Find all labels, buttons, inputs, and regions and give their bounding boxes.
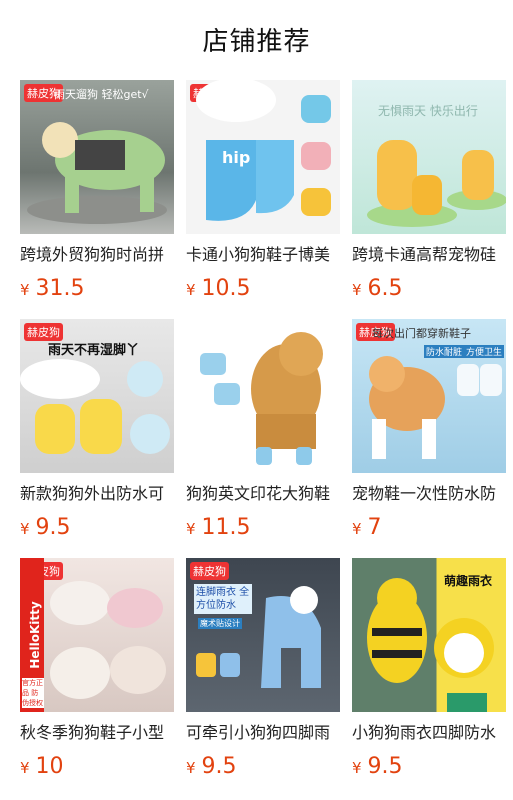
product-image[interactable] — [186, 319, 340, 473]
product-price: ¥11.5 — [186, 513, 340, 543]
image-caption: hip — [222, 148, 251, 167]
price-value: 10.5 — [201, 276, 251, 301]
price-value: 9.5 — [201, 754, 237, 779]
product-card[interactable]: 萌趣雨衣 小狗狗雨衣四脚防水 ¥9.5 — [352, 558, 506, 797]
product-price: ¥10.5 — [186, 274, 340, 304]
product-card[interactable]: 赫皮狗 连脚雨衣 全方位防水 魔术贴设计 可牵引小狗狗四脚雨 ¥9.5 — [186, 558, 340, 797]
product-grid: 赫皮狗 雨天遛狗 轻松get√ 跨境外贸狗狗时尚拼 ¥31.5 赫皮狗 — [0, 80, 513, 797]
product-image[interactable]: 赫皮狗 每次出门都穿新鞋子 防水耐脏 方便卫生 — [352, 319, 506, 473]
price-value: 9.5 — [367, 754, 403, 779]
price-value: 7 — [367, 515, 382, 540]
product-price: ¥10 — [20, 752, 174, 782]
product-name[interactable]: 狗狗英文印花大狗鞋 — [186, 483, 340, 505]
product-card[interactable]: 赫皮狗 hip 卡通小狗狗鞋子博美 ¥10.5 — [186, 80, 340, 319]
product-image[interactable]: 赫皮狗 雨天不再湿脚丫 — [20, 319, 174, 473]
currency-symbol: ¥ — [20, 759, 30, 777]
product-name[interactable]: 可牵引小狗狗四脚雨 — [186, 722, 340, 744]
currency-symbol: ¥ — [186, 759, 196, 777]
blue-dog-boots-illustration — [196, 80, 331, 221]
product-card[interactable]: 赫皮狗 雨天遛狗 轻松get√ 跨境外贸狗狗时尚拼 ¥31.5 — [20, 80, 174, 319]
product-price: ¥31.5 — [20, 274, 174, 304]
product-price: ¥9.5 — [20, 513, 174, 543]
product-card[interactable]: 狗狗英文印花大狗鞋 ¥11.5 — [186, 319, 340, 558]
product-image[interactable]: 赫皮狗 连脚雨衣 全方位防水 魔术贴设计 — [186, 558, 340, 712]
product-name[interactable]: 跨境卡通高帮宠物硅 — [352, 244, 506, 266]
product-name[interactable]: 宠物鞋一次性防水防 — [352, 483, 506, 505]
product-image[interactable]: 赫皮狗 hip — [186, 80, 340, 234]
blue-raincoat-dog-illustration — [196, 586, 321, 688]
product-name[interactable]: 秋冬季狗狗鞋子小型 — [20, 722, 174, 744]
yellow-boots-illustration — [367, 140, 506, 227]
dog-raincoat-illustration — [27, 122, 167, 224]
product-name[interactable]: 新款狗狗外出防水可 — [20, 483, 174, 505]
price-value: 31.5 — [35, 276, 85, 301]
product-price: ¥9.5 — [186, 752, 340, 782]
product-image[interactable]: 无惧雨天 快乐出行 — [352, 80, 506, 234]
product-image[interactable]: 赫皮狗 雨天遛狗 轻松get√ — [20, 80, 174, 234]
currency-symbol: ¥ — [20, 520, 30, 538]
price-value: 11.5 — [201, 515, 251, 540]
product-price: ¥6.5 — [352, 274, 506, 304]
product-card[interactable]: 赫皮狗 雨天不再湿脚丫 新款狗狗外出防水可 ¥9.5 — [20, 319, 174, 558]
product-price: ¥7 — [352, 513, 506, 543]
currency-symbol: ¥ — [20, 281, 30, 299]
golden-retriever-boots-illustration — [200, 332, 323, 465]
product-price: ¥9.5 — [352, 752, 506, 782]
currency-symbol: ¥ — [186, 281, 196, 299]
product-image[interactable]: 赫皮狗 HelloKitty 官方正品 防伪授权 — [20, 558, 174, 712]
currency-symbol: ¥ — [352, 520, 362, 538]
price-value: 6.5 — [367, 276, 403, 301]
product-name[interactable]: 小狗狗雨衣四脚防水 — [352, 722, 506, 744]
product-card[interactable]: 赫皮狗 HelloKitty 官方正品 防伪授权 秋冬季狗狗鞋子小型 ¥10 — [20, 558, 174, 797]
kitty-shoes-illustration — [50, 581, 166, 699]
currency-symbol: ¥ — [352, 281, 362, 299]
price-value: 10 — [35, 754, 64, 779]
shiba-dog-illustration — [369, 356, 502, 459]
bee-raincoat-dog-illustration — [367, 578, 494, 712]
product-card[interactable]: 赫皮狗 每次出门都穿新鞋子 防水耐脏 方便卫生 宠物鞋一次性防水防 ¥7 — [352, 319, 506, 558]
product-card[interactable]: 无惧雨天 快乐出行 跨境卡通高帮宠物硅 ¥6.5 — [352, 80, 506, 319]
currency-symbol: ¥ — [352, 759, 362, 777]
product-name[interactable]: 跨境外贸狗狗时尚拼 — [20, 244, 174, 266]
currency-symbol: ¥ — [186, 520, 196, 538]
product-name[interactable]: 卡通小狗狗鞋子博美 — [186, 244, 340, 266]
yellow-boots-dog-illustration — [20, 359, 170, 454]
price-value: 9.5 — [35, 515, 71, 540]
product-image[interactable]: 萌趣雨衣 — [352, 558, 506, 712]
page-title: 店铺推荐 — [202, 27, 311, 57]
